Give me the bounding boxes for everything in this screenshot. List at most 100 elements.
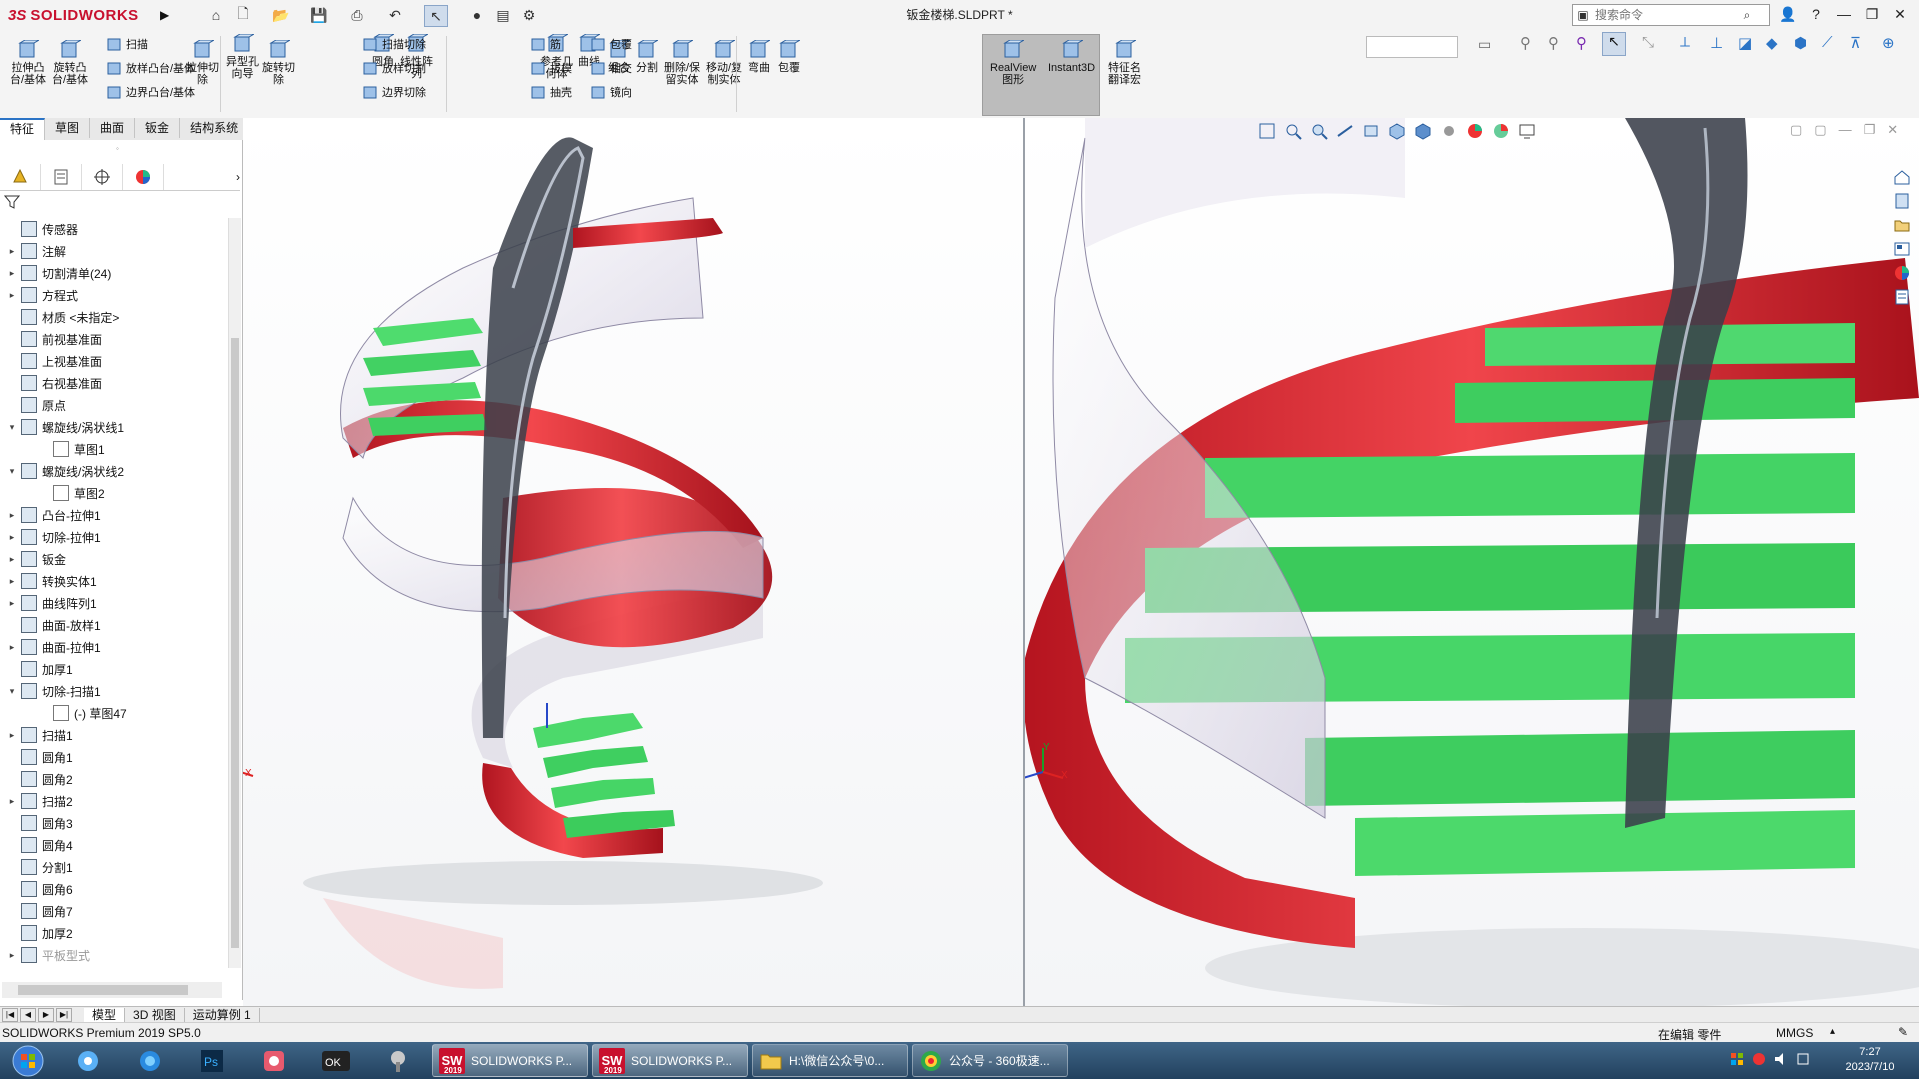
speaker-tray-icon[interactable] xyxy=(1774,1052,1788,1066)
search-input[interactable] xyxy=(1593,7,1737,23)
graphics-view-right[interactable]: Y Z X xyxy=(1025,118,1919,1006)
property-manager-tab-icon[interactable] xyxy=(41,164,82,190)
tree-node[interactable]: ▸ 切除-拉伸1 xyxy=(6,526,101,548)
display-style-icon[interactable] xyxy=(1414,122,1434,142)
tab-2[interactable]: 曲面 xyxy=(90,118,136,138)
edit-appearance-icon[interactable] xyxy=(1466,122,1486,142)
print-icon[interactable]: ⎙ xyxy=(346,5,368,25)
viewport-minimize-button[interactable]: — xyxy=(1839,122,1852,140)
tree-node[interactable]: 加厚1 xyxy=(6,658,73,680)
shell-button[interactable]: 抽壳 xyxy=(530,84,572,100)
tab-next-icon[interactable]: ▶ xyxy=(38,1008,54,1022)
solidworks-logo[interactable]: 3S SOLIDWORKS xyxy=(8,4,156,26)
tree-node[interactable]: ▾ 切除-扫描1 xyxy=(6,680,101,702)
section-view-icon[interactable] xyxy=(1336,122,1356,142)
rib-button[interactable]: 筋 xyxy=(530,36,561,52)
filter-icon[interactable]: ⚲ xyxy=(1520,34,1531,52)
file-properties-icon[interactable]: ▤ xyxy=(492,5,514,25)
display-manager-tab-icon[interactable] xyxy=(123,164,164,190)
axis-icon[interactable]: ⟋ xyxy=(1822,34,1833,51)
design-library-icon[interactable] xyxy=(1893,192,1913,210)
restore-button[interactable]: ❐ xyxy=(1860,4,1884,24)
measure-icon[interactable]: ⊼ xyxy=(1850,34,1861,52)
view-settings-icon[interactable] xyxy=(1518,122,1538,142)
tree-node[interactable]: 圆角2 xyxy=(6,768,73,790)
tree-filter[interactable] xyxy=(3,194,234,212)
sweep-button[interactable]: 扫描 xyxy=(106,36,148,52)
taskbar-clock[interactable]: 7:27 2023/7/10 xyxy=(1830,1045,1910,1075)
boundary-boss-button[interactable]: 边界凸台/基体 xyxy=(106,84,195,100)
new-document-icon[interactable]: 🗋 xyxy=(232,5,254,25)
model-tab-1[interactable]: 3D 视图 xyxy=(125,1008,185,1022)
mirror-button[interactable]: 镜向 xyxy=(590,84,632,100)
swept-cut-button[interactable]: 扫描切除 xyxy=(362,36,426,52)
split-button[interactable]: 分割 xyxy=(636,40,658,74)
hole-wizard-button[interactable]: 异型孔 向导 xyxy=(226,34,259,80)
appearances-icon[interactable] xyxy=(1893,264,1913,282)
expand-toggle-icon[interactable]: ▸ xyxy=(6,950,18,961)
configuration-combo[interactable] xyxy=(1366,36,1458,58)
open-icon[interactable]: 📂 xyxy=(270,5,292,25)
scroll-thumb[interactable] xyxy=(231,338,239,948)
expand-toggle-icon[interactable]: ▸ xyxy=(6,290,18,301)
tree-node[interactable]: 分割1 xyxy=(6,856,73,878)
media-app-icon[interactable] xyxy=(254,1045,294,1076)
input-method-tray-icon[interactable] xyxy=(1752,1052,1766,1066)
select-icon[interactable]: ↖ xyxy=(424,5,448,27)
expand-toggle-icon[interactable]: ▸ xyxy=(6,730,18,741)
tab-prev-icon[interactable]: ◀ xyxy=(20,1008,36,1022)
select-tool-icon[interactable]: ↖ xyxy=(1602,32,1626,56)
panel-expand-icon[interactable]: › xyxy=(164,164,240,190)
tree-node[interactable]: ▸ 注解 xyxy=(6,240,66,262)
user-icon[interactable]: 👤 xyxy=(1776,4,1800,24)
tree-node[interactable]: 传感器 xyxy=(6,218,78,240)
tree-node[interactable]: (-) 草图47 xyxy=(38,702,127,724)
scroll-thumb[interactable] xyxy=(18,985,188,995)
help-icon[interactable]: ? xyxy=(1804,4,1828,24)
tree-node[interactable]: ▸ 凸台-拉伸1 xyxy=(6,504,101,526)
tree-node[interactable]: 圆角3 xyxy=(6,812,73,834)
tree-node[interactable]: 草图1 xyxy=(38,438,105,460)
minimize-button[interactable]: — xyxy=(1832,4,1856,24)
smart-dimension-icon[interactable]: ⊥ xyxy=(1710,34,1723,52)
expand-toggle-icon[interactable]: ▸ xyxy=(6,268,18,279)
realview-button[interactable]: RealView 图形 xyxy=(990,40,1036,86)
tree-node[interactable]: 曲面-放样1 xyxy=(6,614,101,636)
tree-node[interactable]: 圆角1 xyxy=(6,746,73,768)
reference-point-icon[interactable]: ⟂ xyxy=(1680,34,1690,51)
tab-0[interactable]: 特征 xyxy=(0,118,46,140)
expand-toggle-icon[interactable]: ▸ xyxy=(6,510,18,521)
tree-node[interactable]: ▸ 平板型式 xyxy=(6,944,90,966)
graphics-view-left[interactable]: Y Z X xyxy=(243,118,1025,1006)
configuration-manager-tab-icon[interactable] xyxy=(82,164,123,190)
tree-node[interactable]: 圆角4 xyxy=(6,834,73,856)
save-icon[interactable]: 💾 xyxy=(308,5,330,25)
tree-node[interactable]: ▾ 螺旋线/涡状线2 xyxy=(6,460,124,482)
close-button[interactable]: ✕ xyxy=(1888,4,1912,24)
boundary-cut-button[interactable]: 边界切除 xyxy=(362,84,426,100)
tab-3[interactable]: 钣金 xyxy=(135,118,181,138)
tree-node[interactable]: 圆角6 xyxy=(6,878,73,900)
app-petal-icon[interactable] xyxy=(68,1045,108,1076)
tree-node[interactable]: ▸ 扫描1 xyxy=(6,724,73,746)
model-tab-2[interactable]: 运动算例 1 xyxy=(185,1008,260,1022)
solidworks-resources-icon[interactable] xyxy=(1893,168,1913,186)
search-icon[interactable]: ⌕ xyxy=(1737,8,1757,23)
expand-toggle-icon[interactable]: ▸ xyxy=(6,642,18,653)
dynamic-annotation-icon[interactable] xyxy=(1362,122,1382,142)
file-explorer-icon[interactable] xyxy=(1893,216,1913,234)
photoshop-icon[interactable]: Ps xyxy=(192,1045,232,1076)
tab-4[interactable]: 结构系统 xyxy=(180,118,250,138)
expand-toggle-icon[interactable]: ▸ xyxy=(6,576,18,587)
panel-grip[interactable]: ◦ xyxy=(116,144,119,153)
traffic-light-icon[interactable]: ● xyxy=(466,5,488,25)
filter-faces-icon[interactable]: ⚲ xyxy=(1548,34,1559,52)
tree-node[interactable]: 材质 <未指定> xyxy=(6,306,119,328)
flex-button[interactable]: 弯曲 xyxy=(748,40,770,74)
apply-scene-icon[interactable] xyxy=(1492,122,1512,142)
tab-first-icon[interactable]: |◀ xyxy=(2,1008,18,1022)
extrude-boss-button[interactable]: 拉伸凸 台/基体 xyxy=(10,40,46,86)
model-tab-0[interactable]: 模型 xyxy=(84,1008,126,1022)
unit-system[interactable]: MMGS xyxy=(1776,1026,1813,1040)
start-button[interactable] xyxy=(4,1043,52,1078)
